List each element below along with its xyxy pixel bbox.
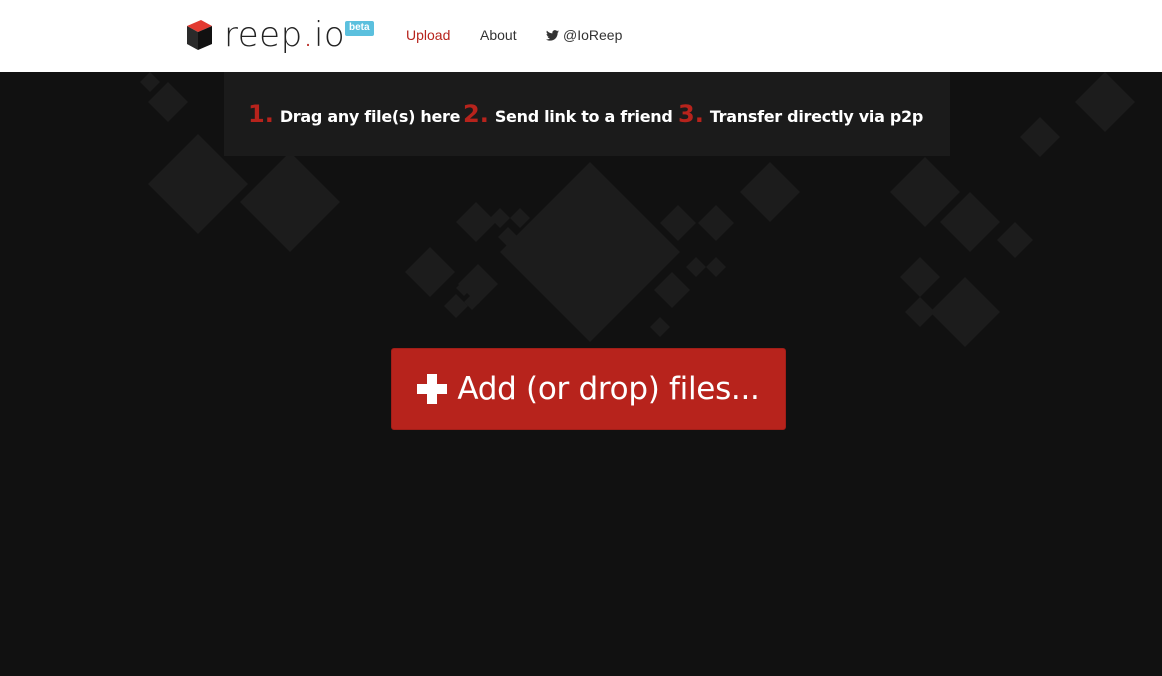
brand-name: reep.io	[224, 15, 346, 55]
step-number: 1.	[248, 100, 274, 128]
cube-logo-icon	[187, 20, 212, 50]
step-text: Transfer directly via p2p	[709, 107, 923, 126]
step-3: 3. Transfer directly via p2p	[678, 100, 923, 128]
twitter-icon	[546, 29, 559, 41]
add-files-button[interactable]: Add (or drop) files...	[391, 348, 786, 430]
add-files-label: Add (or drop) files...	[457, 371, 760, 407]
nav-about[interactable]: About	[480, 25, 517, 45]
nav-upload[interactable]: Upload	[406, 25, 450, 45]
step-1: 1. Drag any file(s) here	[248, 100, 461, 128]
nav-twitter[interactable]: @IoReep	[546, 25, 622, 45]
step-text: Send link to a friend	[494, 107, 673, 126]
step-number: 3.	[678, 100, 704, 128]
step-text: Drag any file(s) here	[279, 107, 461, 126]
beta-badge: beta	[345, 21, 374, 36]
nav-twitter-label: @IoReep	[563, 27, 623, 43]
plus-icon	[417, 374, 448, 404]
step-2: 2. Send link to a friend	[463, 100, 673, 128]
navbar: reep.io beta Upload About @IoReep	[0, 0, 1162, 72]
brand-logo-link[interactable]: reep.io	[184, 12, 345, 58]
step-number: 2.	[463, 100, 489, 128]
